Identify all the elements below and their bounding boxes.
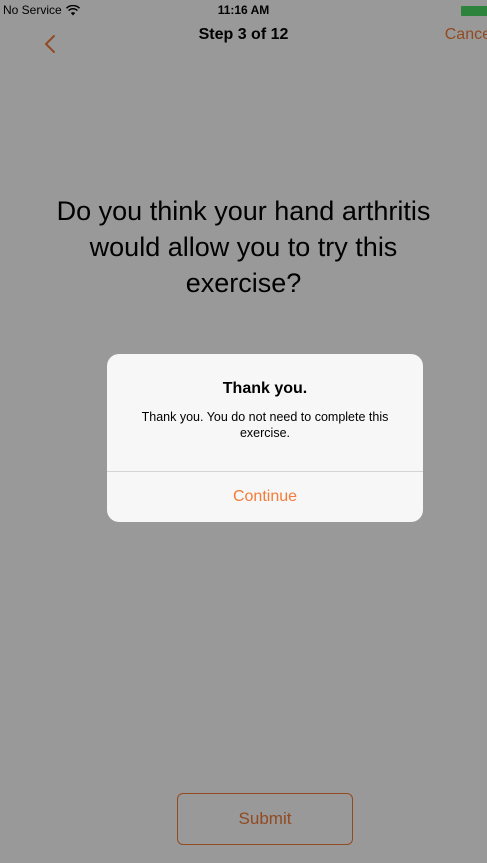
continue-button[interactable]: Continue [107, 472, 423, 522]
alert-title: Thank you. [222, 380, 308, 397]
screen: No Service 11:16 AM Step 3 of 12 Cance D… [0, 0, 487, 863]
alert-dialog: Thank you. Thank you. You do not need to… [107, 354, 423, 522]
alert-message: Thank you. You do not need to complete t… [141, 410, 389, 440]
